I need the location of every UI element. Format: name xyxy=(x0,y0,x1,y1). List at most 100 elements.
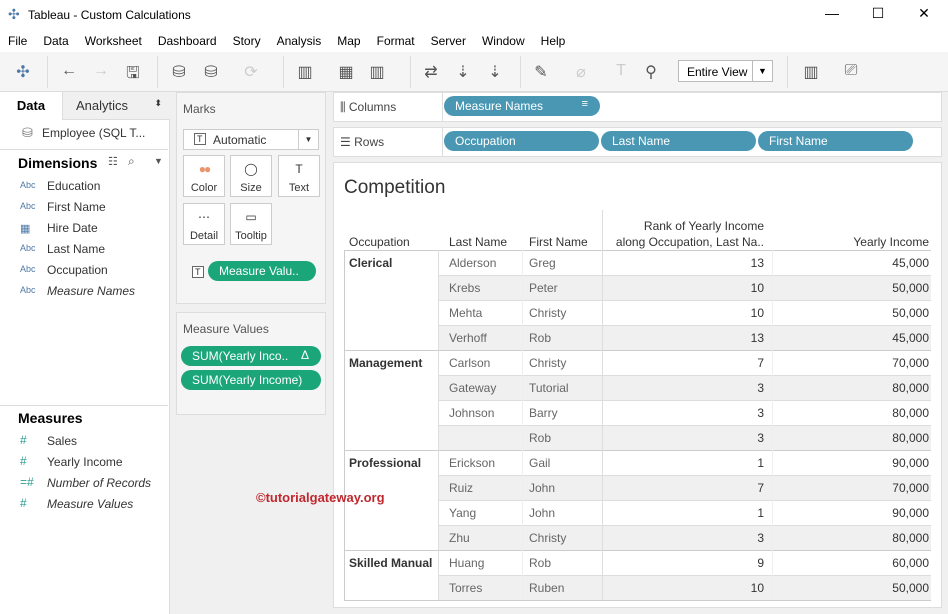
rows-pill-last-name[interactable]: Last Name xyxy=(601,131,756,151)
dimension-field[interactable]: Abc First Name xyxy=(0,197,168,218)
watermark: ©tutorialgateway.org xyxy=(256,490,385,505)
detail-icon: ⋯ xyxy=(198,210,210,224)
yearly-income-cell: 50,000 xyxy=(892,281,929,295)
highlight-icon[interactable]: ✎ xyxy=(530,62,552,82)
datasource-name[interactable]: Employee (SQL T... xyxy=(42,126,145,140)
maximize-button[interactable]: ☐ xyxy=(868,5,888,25)
card-label: Detail xyxy=(189,230,219,242)
size-icon: ◯ xyxy=(244,162,258,176)
attach-icon[interactable]: ⌀ xyxy=(570,62,592,82)
measure-field[interactable]: # Sales xyxy=(0,431,168,452)
first-name-cell: Gail xyxy=(529,456,551,470)
dropdown-icon[interactable]: ▼ xyxy=(154,156,163,166)
yearly-income-cell: 45,000 xyxy=(892,331,929,345)
list-view-icon[interactable]: ☷ xyxy=(108,155,118,168)
measure-field[interactable]: # Measure Values xyxy=(0,494,168,515)
tooltip-icon: ▭ xyxy=(245,210,257,224)
mark-card-detail[interactable]: ⋯ Detail xyxy=(183,203,225,245)
presentation-icon[interactable]: ⎚ xyxy=(840,62,862,82)
columns-shelf[interactable]: ⫼ Columns Measure Names ≡ xyxy=(333,92,942,122)
group-divider xyxy=(344,550,931,551)
mark-type-dropdown[interactable]: T Automatic ▼ xyxy=(183,129,319,150)
measure-field[interactable]: # Yearly Income xyxy=(0,452,168,473)
card-label: Size xyxy=(240,182,262,194)
mark-card-size[interactable]: ◯ Size xyxy=(230,155,272,197)
measure-values-text-pill[interactable]: Measure Valu.. xyxy=(208,261,316,281)
close-button[interactable]: ✕ xyxy=(914,5,934,25)
search-icon[interactable]: ⌕ xyxy=(128,154,135,169)
duplicate-sheet-icon[interactable]: ▦ xyxy=(335,62,357,82)
pin-icon[interactable]: ⚲ xyxy=(640,62,662,82)
menu-map[interactable]: Map xyxy=(329,30,368,48)
measure-field[interactable]: =# Number of Records xyxy=(0,473,168,494)
menu-analysis[interactable]: Analysis xyxy=(269,30,330,48)
yearly-income-cell: 50,000 xyxy=(892,306,929,320)
string-type-icon: Abc xyxy=(20,285,36,295)
clear-sheet-icon[interactable]: ▥ xyxy=(366,62,388,82)
fit-dropdown[interactable]: Entire View ▼ xyxy=(678,60,773,82)
table-left-border xyxy=(344,250,345,600)
title-bar: ✣ Tableau - Custom Calculations — ☐ ✕ xyxy=(0,0,948,30)
labels-icon[interactable]: T xyxy=(610,62,632,82)
first-name-cell: Peter xyxy=(529,281,558,295)
number-type-icon: # xyxy=(20,433,27,447)
yearly-income-cell: 80,000 xyxy=(892,406,929,420)
tab-data[interactable]: Data xyxy=(0,92,62,120)
occupation-cell: Professional xyxy=(349,456,422,470)
dimension-field[interactable]: Abc Last Name xyxy=(0,239,168,260)
menu-format[interactable]: Format xyxy=(369,30,423,48)
string-type-icon: Abc xyxy=(20,264,36,274)
dimension-field[interactable]: Abc Occupation xyxy=(0,260,168,281)
mark-card-text[interactable]: T Text xyxy=(278,155,320,197)
show-me-icon[interactable]: ▥ xyxy=(800,62,822,82)
menu-story[interactable]: Story xyxy=(225,30,269,48)
refresh-icon[interactable]: ⟳ xyxy=(240,62,262,82)
measure-pill-rank[interactable]: SUM(Yearly Inco.. Δ xyxy=(181,346,321,366)
tab-analytics[interactable]: Analytics ⬍ xyxy=(62,92,170,120)
last-name-cell: Alderson xyxy=(449,256,497,270)
yearly-income-cell: 80,000 xyxy=(892,431,929,445)
mark-card-color[interactable]: ●● Color xyxy=(183,155,225,197)
menu-file[interactable]: File xyxy=(0,30,35,48)
sort-descending-icon[interactable]: ⇣ xyxy=(484,62,506,82)
rows-label: Rows xyxy=(354,135,385,149)
menu-dashboard[interactable]: Dashboard xyxy=(150,30,225,48)
rank-cell: 13 xyxy=(750,256,764,270)
new-worksheet-icon[interactable]: ▥ xyxy=(294,62,316,82)
menu-server[interactable]: Server xyxy=(423,30,474,48)
minimize-button[interactable]: — xyxy=(822,5,842,25)
mark-card-tooltip[interactable]: ▭ Tooltip xyxy=(230,203,272,245)
measures-title: Measures xyxy=(18,410,83,426)
sort-ascending-icon[interactable]: ⇣ xyxy=(452,62,474,82)
rows-pill-first-name[interactable]: First Name xyxy=(758,131,913,151)
tableau-logo-icon: ✣ xyxy=(8,6,20,22)
dimension-field[interactable]: ▦ Hire Date xyxy=(0,218,168,239)
dimension-field[interactable]: Abc Education xyxy=(0,176,168,197)
new-datasource-icon[interactable]: ⛁ xyxy=(168,62,190,82)
yearly-income-cell: 60,000 xyxy=(892,556,929,570)
save-icon[interactable]: 🖫 xyxy=(122,62,144,82)
pause-updates-icon[interactable]: ⛁ xyxy=(200,62,222,82)
rows-pill-occupation[interactable]: Occupation xyxy=(444,131,599,151)
menu-window[interactable]: Window xyxy=(474,30,533,48)
rank-cell: 3 xyxy=(757,381,764,395)
table-calc-delta-icon: Δ xyxy=(300,348,309,362)
toolbar: ✣ ← → 🖫 ⛁ ⛁ ⟳ ▥ ▦ ▥ ⇄ ⇣ ⇣ ✎ ⌀ T ⚲ Entire… xyxy=(0,52,948,92)
swap-icon[interactable]: ⇄ xyxy=(420,62,442,82)
rank-cell: 10 xyxy=(750,581,764,595)
tableau-home-icon[interactable]: ✣ xyxy=(12,62,34,82)
rows-shelf[interactable]: ☰ Rows Occupation Last Name First Name xyxy=(333,127,942,157)
measure-pill-yearly-income[interactable]: SUM(Yearly Income) xyxy=(181,370,321,390)
menu-data[interactable]: Data xyxy=(35,30,76,48)
menu-help[interactable]: Help xyxy=(533,30,574,48)
menu-worksheet[interactable]: Worksheet xyxy=(77,30,150,48)
back-icon[interactable]: ← xyxy=(58,62,80,82)
string-type-icon: Abc xyxy=(20,201,36,211)
dimension-field[interactable]: Abc Measure Names xyxy=(0,281,168,302)
yearly-income-cell: 90,000 xyxy=(892,506,929,520)
rank-cell: 3 xyxy=(757,531,764,545)
color-icon: ●● xyxy=(198,162,212,176)
forward-icon[interactable]: → xyxy=(90,62,112,82)
columns-pill-measure-names[interactable]: Measure Names ≡ xyxy=(444,96,600,116)
last-name-cell: Erickson xyxy=(449,456,496,470)
